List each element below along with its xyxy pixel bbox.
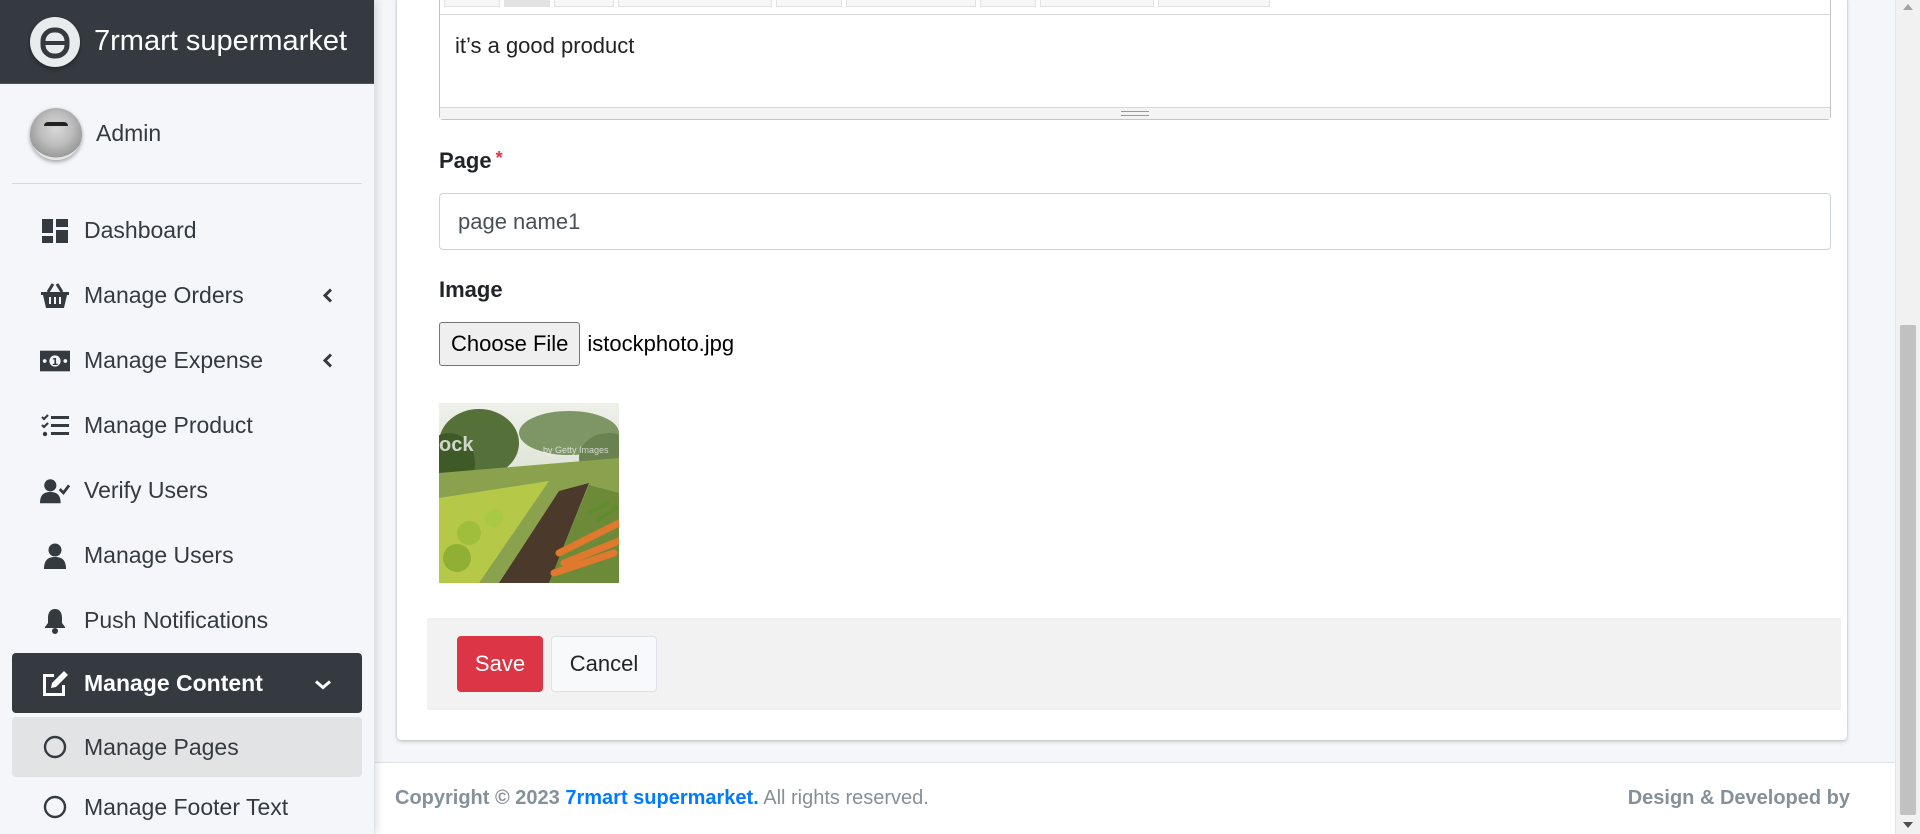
- tasks-icon: [40, 411, 70, 441]
- toolbar-button[interactable]: [444, 0, 500, 7]
- image-file-input: Choose File istockphoto.jpg: [439, 322, 734, 366]
- form-card: it’s a good product Page * page name1 Ima…: [397, 0, 1847, 740]
- editor-content[interactable]: it’s a good product: [440, 15, 1830, 107]
- sidebar-item-manage-orders[interactable]: Manage Orders: [0, 263, 362, 328]
- avatar: [30, 107, 82, 160]
- image-preview: ock by Getty Images: [439, 403, 619, 583]
- circle-icon: [40, 732, 70, 762]
- editor-statusbar: [440, 107, 1830, 119]
- edit-icon: [40, 668, 70, 698]
- sidebar-item-manage-footer-text[interactable]: Manage Footer Text: [12, 777, 362, 834]
- sidebar-item-label: Manage Product: [84, 412, 253, 438]
- page-label: Page *: [439, 148, 503, 174]
- sidebar: 7rmart supermarket Admin Dashboard Manag…: [0, 0, 375, 834]
- user-check-icon: [40, 476, 70, 506]
- chevron-down-icon: [314, 670, 332, 697]
- money-icon: 1: [40, 346, 70, 376]
- sidebar-item-label: Manage Expense: [84, 347, 264, 373]
- page-footer: Copyright © 2023 7rmart supermarket. All…: [375, 762, 1895, 834]
- copyright-prefix: Copyright © 2023: [395, 787, 560, 809]
- sidebar-item-dashboard[interactable]: Dashboard: [0, 198, 362, 263]
- toolbar-button[interactable]: [1040, 0, 1154, 7]
- toolbar-button[interactable]: [504, 0, 550, 7]
- cancel-button[interactable]: Cancel: [551, 636, 657, 692]
- sidebar-item-verify-users[interactable]: Verify Users: [0, 458, 362, 523]
- circle-icon: [40, 792, 70, 822]
- toolbar-button[interactable]: [776, 0, 842, 7]
- form-actions: Save Cancel: [427, 618, 1841, 710]
- footer-brand-link[interactable]: 7rmart supermarket.: [565, 787, 758, 809]
- svg-text:1: 1: [52, 356, 59, 367]
- sidebar-item-label: Dashboard: [84, 217, 197, 243]
- description-editor: it’s a good product: [439, 0, 1831, 120]
- toolbar-button[interactable]: [1158, 0, 1270, 7]
- chevron-left-icon: [322, 347, 334, 374]
- chevron-left-icon: [322, 282, 334, 309]
- editor-toolbar: [440, 0, 1830, 15]
- resize-handle[interactable]: [1121, 111, 1149, 116]
- copyright: Copyright © 2023 7rmart supermarket. All…: [395, 787, 929, 810]
- scroll-up-arrow-icon[interactable]: [1903, 4, 1913, 10]
- sidebar-item-manage-pages[interactable]: Manage Pages: [12, 717, 362, 777]
- required-mark: *: [495, 148, 503, 168]
- sidebar-item-label: Manage Footer Text: [84, 793, 289, 820]
- toolbar-button[interactable]: [618, 0, 772, 7]
- sidebar-item-manage-product[interactable]: Manage Product: [0, 393, 362, 458]
- user-panel[interactable]: Admin: [12, 84, 362, 184]
- file-name: istockphoto.jpg: [587, 331, 735, 356]
- sidebar-item-label: Manage Users: [84, 542, 234, 568]
- choose-file-button[interactable]: Choose File: [439, 322, 581, 366]
- brand-name: 7rmart supermarket: [94, 25, 348, 57]
- user-icon: [40, 541, 70, 571]
- credit-text: Design & Developed by: [1627, 787, 1850, 809]
- sidebar-item-manage-users[interactable]: Manage Users: [0, 523, 362, 588]
- page-label-text: Page: [439, 148, 492, 173]
- image-label: Image: [439, 277, 503, 302]
- sidebar-item-manage-expense[interactable]: 1 Manage Expense: [0, 328, 362, 393]
- bell-icon: [40, 606, 70, 636]
- scroll-down-arrow-icon[interactable]: [1903, 822, 1913, 828]
- page-input[interactable]: page name1: [439, 193, 1831, 250]
- toolbar-button[interactable]: [980, 0, 1036, 7]
- sidebar-item-label: Manage Content: [84, 669, 263, 696]
- sidebar-item-label: Verify Users: [84, 477, 208, 503]
- basket-icon: [40, 281, 70, 311]
- scrollbar-thumb[interactable]: [1900, 325, 1916, 815]
- sidebar-item-label: Manage Orders: [84, 282, 244, 308]
- sidebar-item-manage-content[interactable]: Manage Content: [12, 653, 362, 713]
- sidebar-item-push-notifications[interactable]: Push Notifications: [0, 588, 362, 653]
- watermark-text: ock: [439, 434, 474, 456]
- main-content: it’s a good product Page * page name1 Ima…: [375, 0, 1895, 834]
- toolbar-button[interactable]: [846, 0, 976, 7]
- app-logo-icon: [30, 16, 80, 67]
- svg-text:by Getty Images: by Getty Images: [543, 445, 609, 455]
- sidebar-nav: Dashboard Manage Orders 1 Manage Expense: [0, 184, 374, 834]
- user-name: Admin: [96, 120, 162, 146]
- vertical-scrollbar[interactable]: [1895, 0, 1920, 834]
- dashboard-icon: [40, 216, 70, 246]
- sidebar-item-label: Push Notifications: [84, 607, 269, 633]
- save-button[interactable]: Save: [457, 636, 543, 692]
- rights-text: All rights reserved.: [763, 787, 929, 809]
- toolbar-button[interactable]: [554, 0, 614, 7]
- sidebar-item-label: Manage Pages: [84, 733, 239, 760]
- brand-link[interactable]: 7rmart supermarket: [0, 0, 374, 84]
